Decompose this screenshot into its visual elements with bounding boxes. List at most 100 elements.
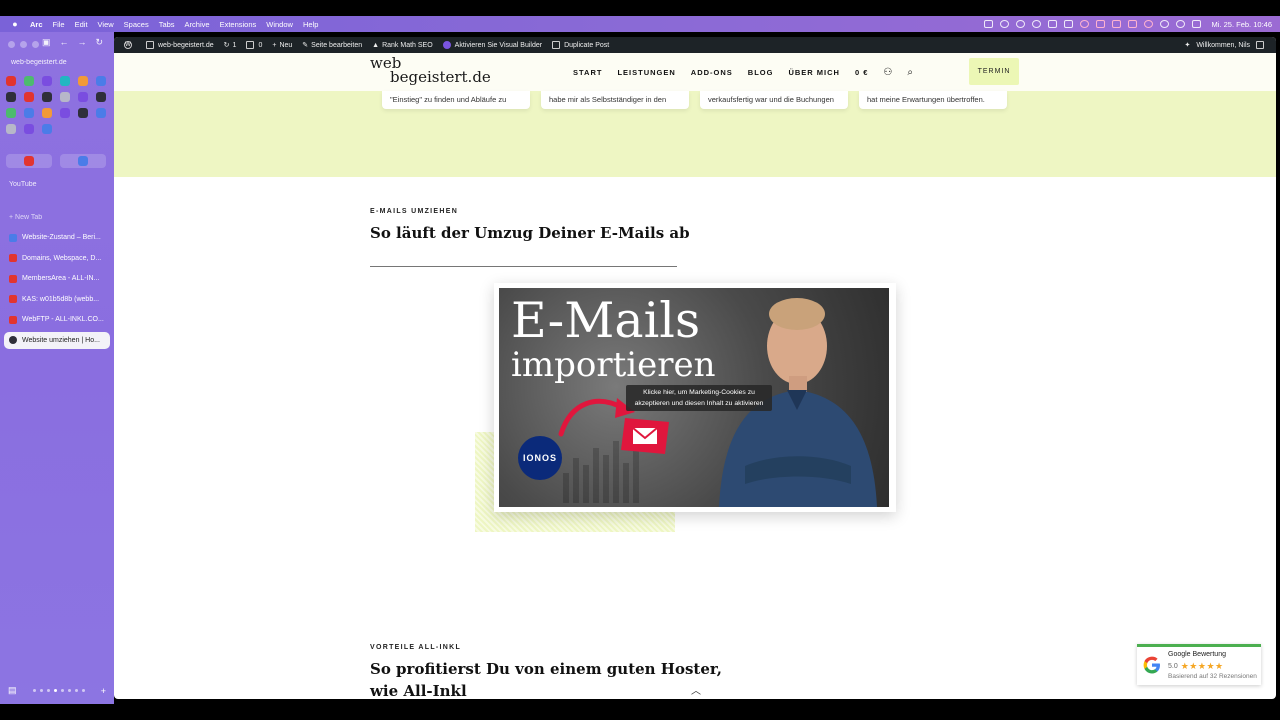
menu-archive[interactable]: Archive	[185, 20, 210, 29]
spotlight-icon[interactable]	[1175, 20, 1185, 28]
favorite-icon[interactable]	[78, 76, 88, 86]
favorite-icon[interactable]	[42, 76, 52, 86]
calendar-tile[interactable]	[60, 154, 106, 168]
avatar-icon[interactable]	[1256, 41, 1264, 49]
wp-edit-page[interactable]: ✎ Seite bearbeiten	[302, 41, 362, 50]
tab-item[interactable]: MembersArea - ALL-IN...	[4, 270, 110, 287]
app-icon[interactable]	[1063, 20, 1073, 28]
wp-duplicate-post[interactable]: Duplicate Post	[552, 41, 609, 49]
control-center-icon[interactable]	[1191, 20, 1201, 28]
menu-help[interactable]: Help	[303, 20, 318, 29]
timer-icon[interactable]	[1143, 20, 1153, 28]
wp-site-link[interactable]: web-begeistert.de	[146, 41, 214, 49]
minimize-window-button[interactable]	[20, 41, 27, 48]
favorite-icon[interactable]	[6, 124, 16, 134]
favorite-icon[interactable]	[42, 108, 52, 118]
scroll-to-top-icon[interactable]: ︿	[691, 682, 701, 697]
space-switcher[interactable]	[32, 689, 85, 692]
google-rating-badge[interactable]: Google Bewertung 5.0 ★★★★★ Basierend auf…	[1137, 644, 1261, 685]
video-thumbnail[interactable]: E-Mails importieren IONOS Klicke hier, u…	[499, 288, 889, 507]
wp-visual-builder[interactable]: Aktivieren Sie Visual Builder	[442, 41, 542, 49]
new-tab-button[interactable]: + New Tab	[9, 214, 42, 221]
menu-file[interactable]: File	[53, 20, 65, 29]
sidebar-url[interactable]: web-begeistert.de	[11, 59, 67, 66]
sidebar-toggle-icon[interactable]: ▣	[42, 37, 51, 48]
favorite-icon[interactable]	[96, 108, 106, 118]
favorite-icon[interactable]	[24, 76, 34, 86]
search-icon[interactable]: ⌕	[907, 67, 913, 78]
menu-tabs[interactable]: Tabs	[159, 20, 175, 29]
sidebar-folder-label[interactable]: YouTube	[9, 181, 37, 188]
nav-blog[interactable]: BLOG	[748, 68, 774, 77]
pen-favorite-icon[interactable]	[42, 92, 52, 102]
vimeo-icon[interactable]	[1047, 20, 1057, 28]
forward-arrow-icon[interactable]: →	[78, 37, 87, 48]
favorite-icon[interactable]	[24, 108, 34, 118]
screen-icon[interactable]	[983, 20, 993, 28]
badge-rating: 5.0 ★★★★★	[1168, 661, 1224, 672]
wifi-icon[interactable]	[1159, 20, 1169, 28]
nav-leistungen[interactable]: LEISTUNGEN	[617, 68, 675, 77]
menu-view[interactable]: View	[98, 20, 114, 29]
nav-add-ons[interactable]: ADD-ONS	[691, 68, 733, 77]
favorite-icon[interactable]	[6, 76, 16, 86]
wp-new[interactable]: + Neu	[272, 42, 292, 49]
add-space-icon[interactable]: +	[101, 686, 106, 696]
reload-icon[interactable]: ↻	[96, 37, 104, 48]
favorite-icon[interactable]	[24, 92, 34, 102]
tab-item[interactable]: Website-Zustand – Beri...	[4, 229, 110, 246]
wp-updates[interactable]: ↻ 1	[224, 41, 237, 50]
pink-app-icon[interactable]	[1079, 20, 1089, 28]
favorite-icon[interactable]	[24, 124, 34, 134]
allinkl-icon	[9, 315, 17, 324]
favorite-icon[interactable]	[60, 108, 70, 118]
wp-welcome[interactable]: Willkommen, Nils	[1196, 42, 1250, 49]
tab-item[interactable]: WebFTP - ALL-INKL.CO...	[4, 311, 110, 328]
record-icon[interactable]	[1095, 20, 1105, 28]
menu-window[interactable]: Window	[266, 20, 293, 29]
section-eyebrow: VORTEILE ALL-INKL	[370, 644, 462, 651]
wordpress-favorite-icon[interactable]	[6, 92, 16, 102]
cookie-consent-tooltip[interactable]: Klicke hier, um Marketing-Cookies zu akz…	[626, 385, 772, 411]
notion-favorite-icon[interactable]	[96, 92, 106, 102]
favorite-icon[interactable]	[60, 92, 70, 102]
zoom-window-button[interactable]	[32, 41, 39, 48]
cart-link[interactable]: 0 €	[855, 68, 868, 77]
termin-button[interactable]: TERMIN	[969, 58, 1019, 85]
menubar-clock[interactable]: Mi. 25. Feb. 10:46	[1212, 20, 1272, 29]
nav-start[interactable]: START	[573, 68, 602, 77]
archive-icon[interactable]: ▤	[8, 685, 17, 696]
site-logo[interactable]: web begeistert.de	[370, 56, 491, 85]
tab-item[interactable]: KAS: w01b5d8b (webb...	[4, 291, 110, 308]
review-card: habe mir als Selbstständiger in den	[541, 91, 689, 109]
extension-icon[interactable]	[999, 20, 1009, 28]
sparkle-icon[interactable]: ✦	[1184, 41, 1190, 49]
apple-icon[interactable]: ●	[10, 19, 20, 29]
favorite-icon[interactable]	[42, 124, 52, 134]
favorite-icon[interactable]	[6, 108, 16, 118]
video-embed[interactable]: E-Mails importieren IONOS Klicke hier, u…	[494, 283, 896, 512]
favorite-icon[interactable]	[78, 92, 88, 102]
menu-spaces[interactable]: Spaces	[124, 20, 149, 29]
browser-nav-controls: ▣ ← → ↻	[42, 37, 103, 48]
favorite-icon[interactable]	[78, 108, 88, 118]
wp-comments[interactable]: 0	[246, 41, 262, 49]
favorite-icon[interactable]	[96, 76, 106, 86]
calendar-icon[interactable]	[1127, 20, 1137, 28]
media-icon[interactable]	[1111, 20, 1121, 28]
sync-icon[interactable]	[1015, 20, 1025, 28]
tab-item-active[interactable]: Website umziehen | Ho...	[4, 331, 110, 349]
wp-rankmath[interactable]: ▲ Rank Math SEO	[372, 42, 433, 49]
cloud-icon[interactable]	[1031, 20, 1041, 28]
wp-logo-icon[interactable]: W	[124, 41, 136, 49]
nav-ueber-mich[interactable]: ÜBER MICH	[788, 68, 840, 77]
close-window-button[interactable]	[8, 41, 15, 48]
user-icon[interactable]: ⚇	[883, 67, 892, 78]
favorite-icon[interactable]	[60, 76, 70, 86]
menu-app[interactable]: Arc	[30, 20, 43, 29]
back-arrow-icon[interactable]: ←	[60, 37, 69, 48]
menu-extensions[interactable]: Extensions	[220, 20, 257, 29]
youtube-tile[interactable]	[6, 154, 52, 168]
tab-item[interactable]: Domains, Webspace, D...	[4, 250, 110, 267]
menu-edit[interactable]: Edit	[75, 20, 88, 29]
